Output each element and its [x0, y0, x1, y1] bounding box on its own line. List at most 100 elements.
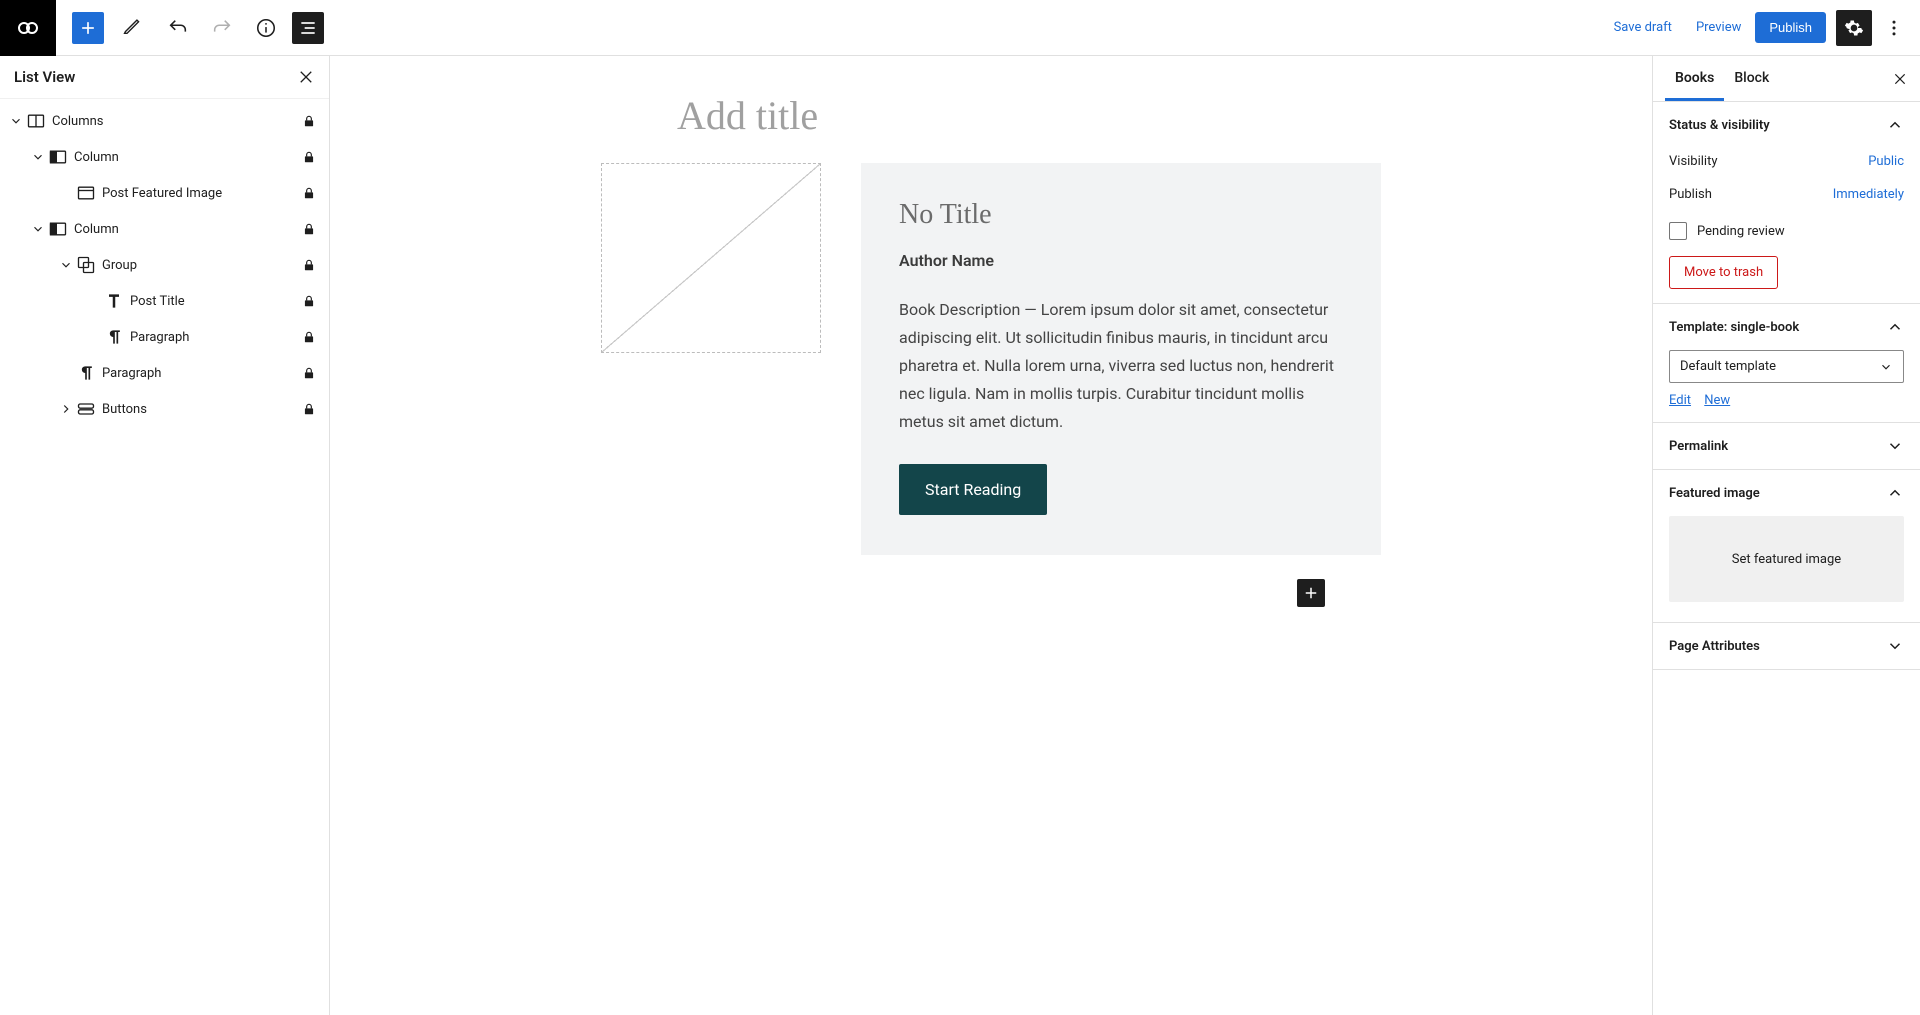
paragraph-icon	[104, 327, 124, 347]
lock-icon	[299, 222, 319, 236]
tree-label: Buttons	[102, 402, 299, 417]
redo-button[interactable]	[204, 10, 240, 46]
start-reading-button[interactable]: Start Reading	[899, 464, 1047, 515]
append-block-button[interactable]	[1297, 579, 1325, 607]
save-draft-button[interactable]: Save draft	[1604, 12, 1682, 43]
undo-button[interactable]	[160, 10, 196, 46]
close-icon[interactable]	[1886, 65, 1914, 93]
tree-row-column[interactable]: Column	[0, 139, 329, 175]
tree-row-buttons[interactable]: Buttons	[0, 391, 329, 427]
book-title[interactable]: No Title	[899, 199, 1343, 231]
section-title: Status & visibility	[1669, 118, 1770, 133]
tree-label: Post Featured Image	[102, 186, 299, 201]
visibility-label: Visibility	[1669, 154, 1718, 169]
section-page-attributes: Page Attributes	[1653, 623, 1920, 670]
tab-books[interactable]: Books	[1665, 56, 1724, 101]
tree-row-column[interactable]: Column	[0, 211, 329, 247]
publish-button[interactable]: Publish	[1755, 12, 1826, 43]
tree-label: Group	[102, 258, 299, 273]
chevron-down-icon[interactable]	[28, 150, 48, 164]
site-logo[interactable]	[0, 0, 56, 56]
lock-icon	[299, 150, 319, 164]
paragraph-icon	[76, 363, 96, 383]
section-status-toggle[interactable]: Status & visibility	[1669, 116, 1904, 134]
lock-icon	[299, 402, 319, 416]
close-icon[interactable]	[297, 68, 315, 86]
lock-icon	[299, 186, 319, 200]
lock-icon	[299, 294, 319, 308]
section-attrs-toggle[interactable]: Page Attributes	[1669, 637, 1904, 655]
info-button[interactable]	[248, 10, 284, 46]
pending-review-checkbox[interactable]: Pending review	[1669, 222, 1904, 240]
book-description[interactable]: Book Description — Lorem ipsum dolor sit…	[899, 296, 1343, 436]
section-template-toggle[interactable]: Template: single-book	[1669, 318, 1904, 336]
group-icon	[76, 255, 96, 275]
buttons-icon	[76, 399, 96, 419]
tree-label: Column	[74, 150, 299, 165]
column-icon	[48, 147, 68, 167]
tree-row-columns[interactable]: Columns	[0, 103, 329, 139]
tree-label: Post Title	[130, 294, 299, 309]
chevron-up-icon	[1886, 484, 1904, 502]
settings-button[interactable]	[1836, 10, 1872, 46]
section-title: Page Attributes	[1669, 639, 1760, 654]
template-new-link[interactable]: New	[1704, 393, 1730, 408]
title-icon	[104, 291, 124, 311]
template-edit-link[interactable]: Edit	[1669, 393, 1691, 408]
edit-mode-button[interactable]	[116, 10, 152, 46]
chevron-down-icon	[1886, 437, 1904, 455]
tab-block[interactable]: Block	[1724, 56, 1779, 101]
more-menu-button[interactable]	[1876, 10, 1912, 46]
chevron-right-icon[interactable]	[56, 402, 76, 416]
post-title-input[interactable]: Add title	[677, 92, 1381, 139]
section-featured-image: Featured image Set featured image	[1653, 470, 1920, 623]
section-title: Permalink	[1669, 439, 1728, 454]
lock-icon	[299, 114, 319, 128]
publish-label: Publish	[1669, 187, 1712, 202]
tree-row-paragraph[interactable]: Paragraph	[0, 319, 329, 355]
list-view-toggle[interactable]	[292, 12, 324, 44]
set-featured-image-button[interactable]: Set featured image	[1669, 516, 1904, 602]
editor-canvas: Add title No Title Author Name Book Desc…	[330, 56, 1652, 1015]
image-icon	[76, 183, 96, 203]
preview-button[interactable]: Preview	[1686, 12, 1751, 43]
tree-row-paragraph[interactable]: Paragraph	[0, 355, 329, 391]
template-select[interactable]: Default template	[1669, 350, 1904, 383]
chevron-down-icon[interactable]	[56, 258, 76, 272]
tree-label: Column	[74, 222, 299, 237]
section-title: Featured image	[1669, 486, 1760, 501]
move-to-trash-button[interactable]: Move to trash	[1669, 256, 1778, 289]
tree-row-post-title[interactable]: Post Title	[0, 283, 329, 319]
tree-label: Paragraph	[102, 366, 299, 381]
chevron-up-icon	[1886, 116, 1904, 134]
tree-row-featured-image[interactable]: Post Featured Image	[0, 175, 329, 211]
top-toolbar: Save draft Preview Publish	[0, 0, 1920, 56]
author-name[interactable]: Author Name	[899, 251, 1343, 270]
tree-row-group[interactable]: Group	[0, 247, 329, 283]
lock-icon	[299, 330, 319, 344]
chevron-down-icon	[1879, 360, 1893, 374]
section-template: Template: single-book Default template E…	[1653, 304, 1920, 423]
visibility-value[interactable]: Public	[1868, 154, 1904, 169]
chevron-down-icon[interactable]	[6, 114, 26, 128]
chevron-up-icon	[1886, 318, 1904, 336]
publish-value[interactable]: Immediately	[1833, 187, 1904, 202]
add-block-button[interactable]	[72, 12, 104, 44]
chevron-down-icon	[1886, 637, 1904, 655]
columns-icon	[26, 111, 46, 131]
checkbox-label: Pending review	[1697, 224, 1785, 239]
section-permalink-toggle[interactable]: Permalink	[1669, 437, 1904, 455]
book-info-group: No Title Author Name Book Description — …	[861, 163, 1381, 555]
tree-label: Paragraph	[130, 330, 299, 345]
list-view-title: List View	[14, 68, 75, 86]
lock-icon	[299, 258, 319, 272]
lock-icon	[299, 366, 319, 380]
featured-image-placeholder[interactable]	[601, 163, 821, 353]
tree-label: Columns	[52, 114, 299, 129]
section-title: Template: single-book	[1669, 320, 1799, 335]
checkbox-icon[interactable]	[1669, 222, 1687, 240]
template-selected: Default template	[1680, 359, 1776, 374]
section-permalink: Permalink	[1653, 423, 1920, 470]
section-featured-toggle[interactable]: Featured image	[1669, 484, 1904, 502]
chevron-down-icon[interactable]	[28, 222, 48, 236]
